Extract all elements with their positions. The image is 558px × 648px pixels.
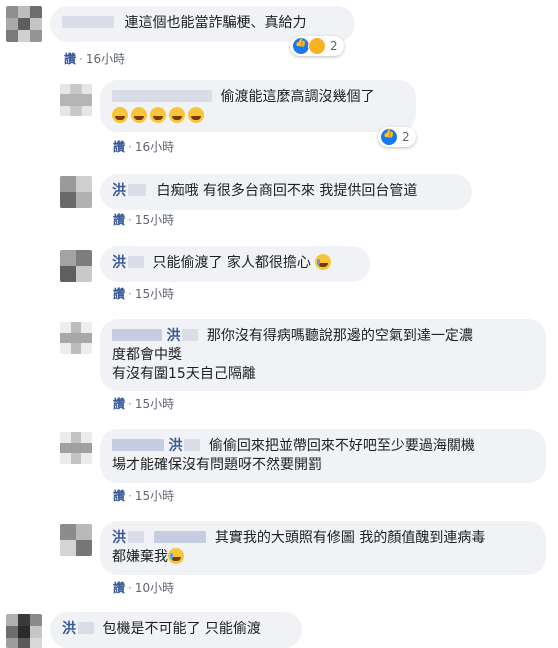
timestamp[interactable]: 16小時 [86, 52, 125, 66]
comment-bubble: 洪 其實我的大頭照有修圖 我的顏值醜到連病毒 都嫌棄我 [100, 521, 546, 575]
haha-emoji [188, 107, 204, 123]
timestamp[interactable]: 16小時 [135, 140, 174, 154]
redacted-name [78, 622, 94, 634]
redacted-name [112, 439, 164, 451]
comment-text-line: 其實我的大頭照有修圖 我的顏值醜到連病毒 [214, 530, 486, 546]
haha-emoji [150, 107, 166, 123]
comment-text: 只能偷渡了 家人都很擔心 [152, 255, 311, 271]
commenter-name[interactable]: 洪 [166, 328, 180, 344]
comment-text: 連這個也能當詐騙梗、真給力 [124, 15, 307, 31]
avatar[interactable] [6, 6, 42, 42]
like-link[interactable]: 讚 [64, 52, 76, 66]
redacted-name [112, 329, 162, 341]
haha-emoji [131, 107, 147, 123]
comment-meta: 讚 · 15小時 [113, 287, 175, 301]
comment-meta: 讚 · 16小時 [113, 140, 175, 154]
comment-bubble: 偷渡能這麼高調沒幾個了 [100, 80, 416, 132]
redacted-name [184, 439, 201, 451]
redacted-name [128, 256, 144, 268]
redacted-name [154, 531, 207, 543]
haha-reaction-icon [308, 37, 326, 55]
comment-bubble: 洪 那你沒有得病嗎聽說那邊的空氣到達一定濃 度都會中獎 有沒有圍15天自己隔離 [100, 319, 546, 391]
crying-emoji [168, 548, 184, 564]
comment-bubble: 洪 偷偷回來把並帶回來不好吧至少要過海關機 場才能確保沒有問題呀不然要開罰 [100, 429, 546, 483]
redacted-name [182, 329, 199, 341]
comment-meta: 讚 · 15小時 [113, 489, 175, 503]
avatar[interactable] [60, 432, 92, 464]
avatar[interactable] [60, 176, 92, 208]
redacted-name [128, 531, 144, 543]
avatar[interactable] [60, 250, 92, 282]
comment-text-line: 偷偷回來把並帶回來不好吧至少要過海關機 [208, 438, 475, 454]
comment-text-line: 都嫌棄我 [112, 549, 168, 565]
like-link[interactable]: 讚 [113, 581, 125, 595]
haha-emoji [112, 107, 128, 123]
avatar[interactable] [60, 322, 92, 354]
like-link[interactable]: 讚 [113, 397, 125, 411]
reaction-count: 2 [330, 39, 338, 53]
redacted-name [62, 16, 114, 28]
commenter-name[interactable]: 洪 [112, 530, 126, 546]
like-link[interactable]: 讚 [113, 489, 125, 503]
comment-meta: 讚 · 15小時 [113, 213, 175, 227]
comment-meta: 讚 · 15小時 [113, 397, 175, 411]
commenter-name[interactable]: 洪 [168, 438, 182, 454]
comment-text: 包機是不可能了 只能偷渡 [102, 621, 261, 637]
comment-text-line: 度都會中獎 [112, 347, 182, 363]
commenter-name[interactable]: 洪 [62, 621, 76, 637]
like-link[interactable]: 讚 [113, 287, 125, 301]
timestamp[interactable]: 15小時 [135, 287, 174, 301]
comment-meta: 讚 · 10小時 [113, 581, 175, 595]
like-reaction-icon [380, 128, 398, 146]
emoji-row [112, 107, 404, 126]
commenter-name[interactable]: 洪 [112, 183, 126, 199]
avatar[interactable] [60, 524, 92, 556]
comment-text-line: 那你沒有得病嗎聽說那邊的空氣到達一定濃 [206, 328, 473, 344]
avatar[interactable] [60, 84, 92, 116]
reaction-summary[interactable]: 2 [290, 36, 344, 56]
timestamp[interactable]: 15小時 [135, 397, 174, 411]
crying-emoji [315, 254, 332, 270]
reaction-count: 2 [402, 130, 410, 144]
timestamp[interactable]: 15小時 [135, 213, 174, 227]
comment-meta: 讚 · 16小時 [64, 52, 126, 66]
reaction-summary[interactable]: 2 [378, 127, 416, 147]
like-link[interactable]: 讚 [113, 140, 125, 154]
comment-bubble: 洪 只能偷渡了 家人都很擔心 [100, 246, 370, 282]
comment-bubble: 洪 白痴哦 有很多台商回不來 我提供回台管道 [100, 174, 472, 210]
comment-text: 偷渡能這麼高調沒幾個了 [220, 89, 375, 105]
timestamp[interactable]: 15小時 [135, 489, 174, 503]
haha-emoji [169, 107, 185, 123]
comment-text: 白痴哦 有很多台商回不來 我提供回台管道 [156, 183, 418, 199]
like-link[interactable]: 讚 [113, 213, 125, 227]
redacted-name [128, 184, 146, 196]
redacted-name [112, 90, 212, 102]
avatar[interactable] [6, 614, 42, 648]
commenter-name[interactable]: 洪 [112, 255, 126, 271]
comment-text-line: 場才能確保沒有問題呀不然要開罰 [112, 457, 322, 473]
comment-bubble: 洪 包機是不可能了 只能偷渡 [50, 612, 302, 648]
comment-text-line: 有沒有圍15天自己隔離 [112, 366, 256, 382]
timestamp[interactable]: 10小時 [135, 581, 174, 595]
